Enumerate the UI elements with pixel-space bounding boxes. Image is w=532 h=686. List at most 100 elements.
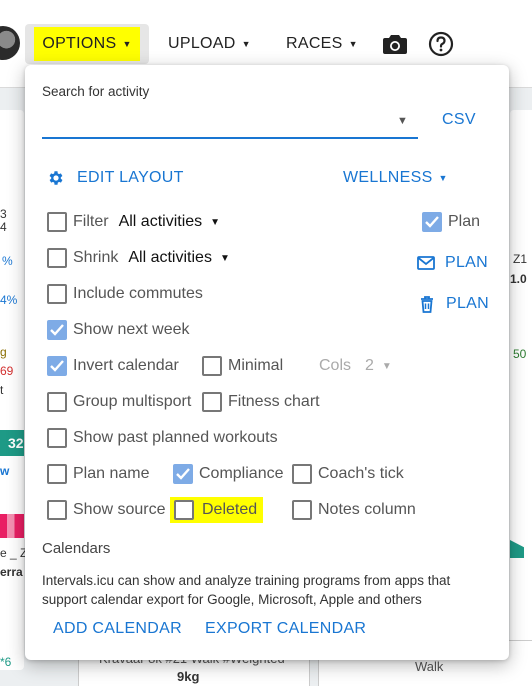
show-source-checkbox[interactable] <box>47 500 67 520</box>
chevron-down-icon: ▼ <box>241 39 251 49</box>
races-menu-button[interactable]: RACES ▼ <box>274 24 370 64</box>
shrink-label: Shrink <box>73 249 119 266</box>
calendars-title: Calendars <box>42 540 111 557</box>
calendar-fragment: Z1 <box>513 252 528 266</box>
calendar-fragment: 1.0 <box>510 272 527 286</box>
include-commutes-label: Include commutes <box>73 285 203 302</box>
camera-icon[interactable] <box>382 31 408 57</box>
show-past-planned-checkbox[interactable] <box>47 428 67 448</box>
show-next-week-label: Show next week <box>73 321 190 338</box>
wellness-menu-button[interactable]: WELLNESS ▼ <box>343 169 448 187</box>
upload-menu-button[interactable]: UPLOAD ▼ <box>156 24 263 64</box>
compliance-row: Compliance <box>173 464 283 484</box>
show-next-week-checkbox[interactable] <box>47 320 67 340</box>
calendar-fragment: *6 <box>0 655 12 669</box>
calendar-fragment: w <box>0 464 10 478</box>
coachs-tick-checkbox[interactable] <box>292 464 312 484</box>
filter-value: All activities <box>118 213 203 230</box>
coachs-tick-row: Coach's tick <box>292 464 404 484</box>
shrink-value: All activities <box>128 249 212 266</box>
search-activity-input[interactable] <box>42 105 418 139</box>
chevron-down-icon: ▼ <box>210 216 221 228</box>
export-calendar-label: EXPORT CALENDAR <box>205 620 367 637</box>
shrink-row: Shrink All activities ▼ <box>47 248 230 268</box>
calendar-badge-text: 32 <box>8 435 24 451</box>
calendar-fragment: erra <box>0 565 23 579</box>
options-dropdown-panel: Search for activity ▼ CSV EDIT LAYOUT WE… <box>25 65 509 660</box>
shrink-dropdown[interactable]: All activities ▼ <box>128 249 229 267</box>
shrink-checkbox[interactable] <box>47 248 67 268</box>
group-multisport-row: Group multisport <box>47 392 191 412</box>
fitness-chart-row: Fitness chart <box>202 392 320 412</box>
chevron-down-icon: ▼ <box>381 360 392 372</box>
calendar-card <box>0 110 24 670</box>
mail-icon <box>417 256 435 270</box>
activity-title: Walk <box>415 659 444 674</box>
csv-label: CSV <box>442 111 476 128</box>
cols-value: 2 <box>365 357 374 374</box>
edit-layout-button[interactable]: EDIT LAYOUT <box>47 169 184 187</box>
email-plan-label: PLAN <box>445 254 488 271</box>
plan-row: Plan <box>422 212 480 232</box>
add-calendar-label: ADD CALENDAR <box>53 620 182 637</box>
export-calendar-button[interactable]: EXPORT CALENDAR <box>205 620 366 638</box>
trash-icon <box>420 295 434 313</box>
filter-row: Filter All activities ▼ <box>47 212 220 232</box>
notes-column-checkbox[interactable] <box>292 500 312 520</box>
calendar-fragment-bar <box>0 514 24 538</box>
calendar-fragment: 50 <box>513 347 527 361</box>
cols-label: Cols <box>319 357 352 374</box>
group-multisport-checkbox[interactable] <box>47 392 67 412</box>
invert-calendar-checkbox[interactable] <box>47 356 67 376</box>
search-label: Search for activity <box>42 84 150 99</box>
delete-plan-button[interactable]: PLAN <box>420 295 489 313</box>
races-label: RACES <box>286 35 343 52</box>
show-source-row: Show source <box>47 500 166 520</box>
calendar-fragment: t <box>0 383 4 397</box>
plan-checkbox[interactable] <box>422 212 442 232</box>
calendar-badge: 32 <box>0 430 24 456</box>
calendar-fragment: g <box>0 345 7 359</box>
invert-calendar-row: Invert calendar <box>47 356 179 376</box>
upload-label: UPLOAD <box>168 35 236 52</box>
minimal-row: Minimal <box>202 356 283 376</box>
fitness-chart-checkbox[interactable] <box>202 392 222 412</box>
fitness-chart-label: Fitness chart <box>228 393 320 410</box>
show-past-planned-label: Show past planned workouts <box>73 429 278 446</box>
filter-checkbox[interactable] <box>47 212 67 232</box>
wellness-label: WELLNESS <box>343 169 433 186</box>
plan-name-label: Plan name <box>73 465 150 482</box>
delete-plan-label: PLAN <box>446 295 489 312</box>
help-icon[interactable] <box>428 31 454 57</box>
chevron-down-icon[interactable]: ▼ <box>397 115 408 127</box>
compliance-checkbox[interactable] <box>173 464 193 484</box>
chevron-down-icon: ▼ <box>122 39 132 49</box>
include-commutes-checkbox[interactable] <box>47 284 67 304</box>
show-source-label: Show source <box>73 501 166 518</box>
invert-calendar-label: Invert calendar <box>73 357 179 374</box>
activity-subtitle: 9kg <box>177 669 200 684</box>
calendar-fragment: 4 <box>0 220 7 234</box>
calendars-description: Intervals.icu can show and analyze train… <box>42 573 451 607</box>
calendar-card <box>510 110 532 670</box>
add-calendar-button[interactable]: ADD CALENDAR <box>53 620 182 638</box>
deleted-checkbox[interactable] <box>174 500 194 520</box>
calendar-fragment: 69 <box>0 364 14 378</box>
email-plan-button[interactable]: PLAN <box>417 254 488 272</box>
compliance-label: Compliance <box>199 465 284 482</box>
plan-name-checkbox[interactable] <box>47 464 67 484</box>
chevron-down-icon: ▼ <box>438 173 448 183</box>
cols-select[interactable]: Cols 2 ▼ <box>319 357 392 375</box>
csv-button[interactable]: CSV <box>442 111 476 129</box>
calendar-fragment: e _ Z <box>0 546 28 560</box>
filter-dropdown[interactable]: All activities ▼ <box>119 213 220 231</box>
notes-column-label: Notes column <box>318 501 416 518</box>
minimal-checkbox[interactable] <box>202 356 222 376</box>
avatar[interactable] <box>0 26 20 60</box>
filter-label: Filter <box>73 213 109 230</box>
calendar-fragment: % <box>2 254 13 268</box>
include-commutes-row: Include commutes <box>47 284 203 304</box>
options-menu-button[interactable]: OPTIONS ▼ <box>25 24 149 64</box>
notes-column-row: Notes column <box>292 500 416 520</box>
edit-layout-label: EDIT LAYOUT <box>77 169 184 186</box>
